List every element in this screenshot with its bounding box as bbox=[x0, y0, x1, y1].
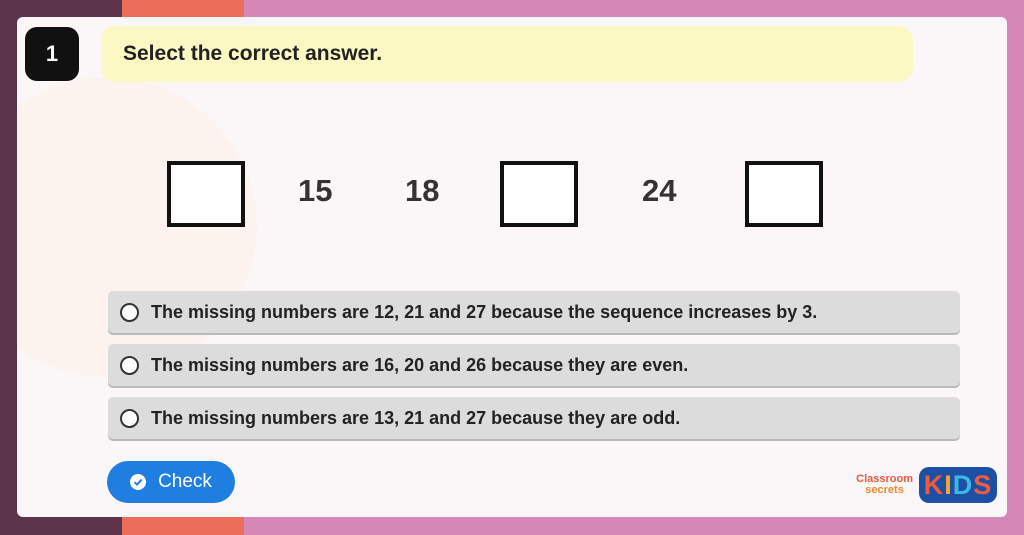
question-card: 1 Select the correct answer. 15 18 24 Th… bbox=[17, 17, 1007, 517]
missing-number-box-1 bbox=[167, 161, 245, 227]
instruction-text: Select the correct answer. bbox=[123, 42, 383, 65]
kids-logo: K I D S bbox=[919, 467, 997, 503]
radio-icon[interactable] bbox=[120, 355, 139, 375]
sequence-number-1: 15 bbox=[298, 173, 333, 208]
classroom-secrets-kids-logo: Classroom secrets K I D S bbox=[856, 466, 997, 504]
answer-option-label: The missing numbers are 13, 21 and 27 be… bbox=[151, 407, 681, 428]
answer-option-2[interactable]: The missing numbers are 16, 20 and 26 be… bbox=[108, 344, 960, 386]
check-button-label: Check bbox=[158, 471, 212, 492]
sequence-number-3: 24 bbox=[642, 173, 677, 208]
answer-option-1[interactable]: The missing numbers are 12, 21 and 27 be… bbox=[108, 291, 960, 333]
question-number-badge: 1 bbox=[25, 27, 79, 81]
check-button[interactable]: Check bbox=[107, 461, 235, 503]
number-sequence: 15 18 24 bbox=[17, 157, 1007, 229]
missing-number-box-2 bbox=[500, 161, 578, 227]
radio-icon[interactable] bbox=[120, 302, 139, 322]
missing-number-box-3 bbox=[745, 161, 823, 227]
sequence-number-2: 18 bbox=[405, 173, 440, 208]
answer-option-3[interactable]: The missing numbers are 13, 21 and 27 be… bbox=[108, 397, 960, 439]
checkmark-icon bbox=[130, 474, 147, 490]
answer-option-label: The missing numbers are 16, 20 and 26 be… bbox=[151, 354, 689, 375]
question-instruction: Select the correct answer. bbox=[101, 26, 913, 82]
classroom-secrets-wordmark: Classroom secrets bbox=[856, 473, 913, 496]
answer-option-label: The missing numbers are 12, 21 and 27 be… bbox=[151, 301, 818, 322]
radio-icon[interactable] bbox=[120, 408, 139, 428]
